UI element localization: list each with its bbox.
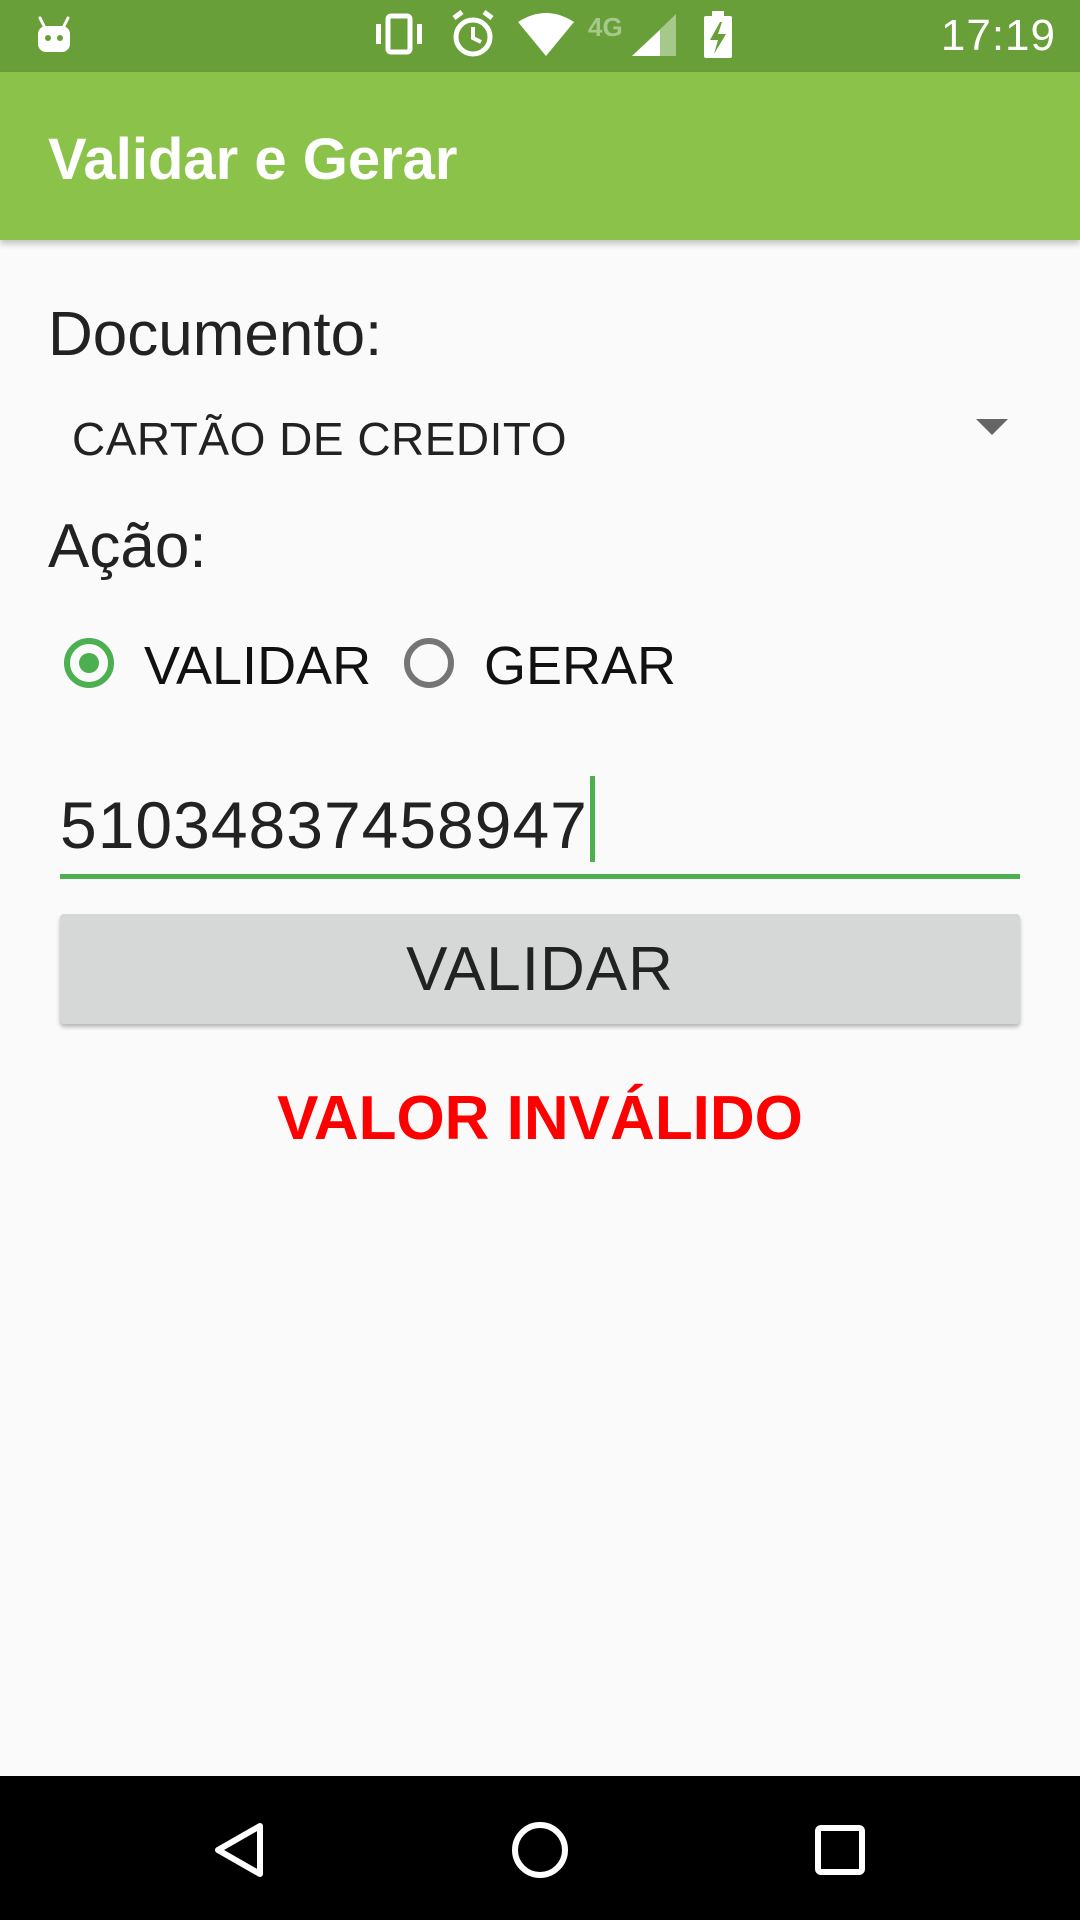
text-caret [590,776,595,862]
document-number-value: 51034837458947 [60,788,588,862]
radio-gerar-label: GERAR [484,636,677,696]
home-icon[interactable] [508,1818,572,1882]
network-type: 4G [588,12,623,42]
dropdown-arrow-icon [976,419,1008,435]
result-message: VALOR INVÁLIDO [277,1084,803,1153]
document-label: Documento: [48,300,383,369]
radio-unchecked-icon [404,638,454,688]
wifi-icon [518,13,574,56]
navigation-bar [0,1776,1080,1920]
radio-validar[interactable]: VALIDAR [64,636,371,700]
document-spinner[interactable]: CARTÃO DE CREDITO [48,395,1024,485]
radio-validar-label: VALIDAR [144,636,372,696]
app-bar: Validar e Gerar [0,72,1080,240]
back-icon[interactable] [208,1818,272,1882]
radio-dot [79,653,99,673]
status-time: 17:19 [940,11,1056,60]
document-number-input[interactable]: 51034837458947 [60,770,1020,879]
recents-icon[interactable] [808,1818,872,1882]
action-label: Ação: [48,512,207,581]
status-bar: 4G 17:19 [0,0,1080,72]
vibrate-icon [376,13,422,55]
battery-charging-icon [704,11,732,58]
alarm-icon [452,10,494,57]
radio-checked-icon [64,638,114,688]
document-spinner-value: CARTÃO DE CREDITO [72,413,567,465]
validate-button[interactable]: VALIDAR [60,914,1020,1024]
radio-gerar[interactable]: GERAR [404,636,704,700]
system-icons: 4G [376,10,732,58]
app-title: Validar e Gerar [48,127,458,192]
signal-icon [632,14,676,56]
android-debug-icon [38,16,70,52]
action-radio-group: VALIDAR GERAR [64,636,764,700]
